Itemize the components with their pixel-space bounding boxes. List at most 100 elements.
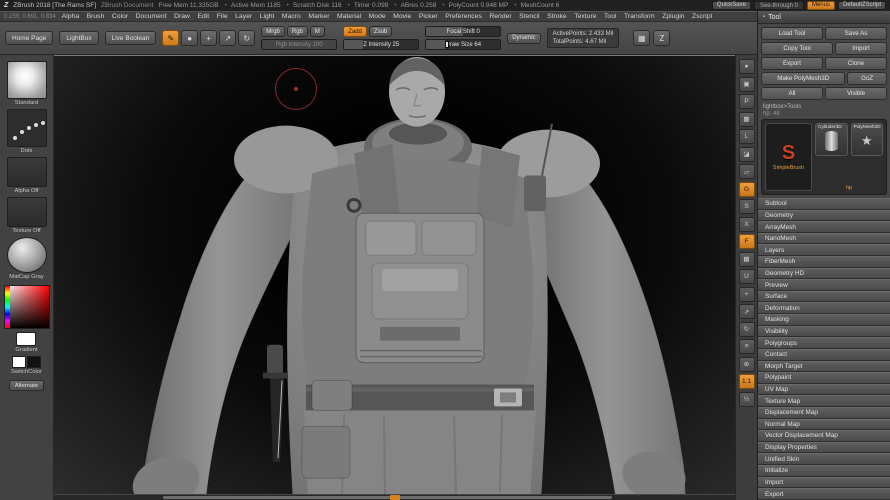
menu-item[interactable]: Color bbox=[112, 13, 128, 20]
menu-item[interactable]: Stroke bbox=[547, 13, 567, 20]
tool-section-header[interactable]: Preview bbox=[758, 279, 890, 291]
secondary-color-swatch[interactable] bbox=[27, 356, 41, 368]
tool-section-header[interactable]: Surface bbox=[758, 291, 890, 303]
menu-item[interactable]: Edit bbox=[197, 13, 209, 20]
load-tool-button[interactable]: Load Tool bbox=[761, 27, 823, 40]
current-material-thumbnail[interactable] bbox=[7, 237, 47, 273]
tool-section-header[interactable]: Polypaint bbox=[758, 372, 890, 384]
menu-item[interactable]: Marker bbox=[308, 13, 329, 20]
draw-pointer-button[interactable]: ● bbox=[181, 30, 198, 46]
left-arm[interactable] bbox=[126, 152, 298, 500]
tool-section-header[interactable]: Morph Target bbox=[758, 361, 890, 373]
move-button[interactable]: + bbox=[200, 30, 217, 46]
tool-section-header[interactable]: Texture Map bbox=[758, 395, 890, 407]
default-zscript-button[interactable]: DefaultZScript bbox=[838, 1, 886, 10]
menu-item[interactable]: Document bbox=[136, 13, 167, 20]
alternate-button[interactable]: Alternate bbox=[9, 380, 44, 391]
rgb-intensity-slider[interactable]: Rgb Intensity 100 bbox=[261, 39, 337, 50]
m-button[interactable]: M bbox=[310, 26, 325, 37]
zsub-button[interactable]: Zsub bbox=[369, 26, 392, 37]
lightbox-tools-link[interactable]: lightbox>Tools bbox=[763, 104, 801, 110]
menu-item[interactable]: Draw bbox=[174, 13, 190, 20]
menu-item[interactable]: Alpha bbox=[62, 13, 79, 20]
menu-item[interactable]: Mode bbox=[369, 13, 386, 20]
solo-icon[interactable]: S bbox=[739, 199, 755, 214]
xpose-icon[interactable]: X bbox=[739, 217, 755, 232]
zoom-canvas-icon[interactable]: ⊕ bbox=[739, 357, 755, 372]
menu-item[interactable]: Zscript bbox=[692, 13, 712, 20]
menu-item[interactable]: Texture bbox=[574, 13, 596, 20]
slider-knob[interactable] bbox=[445, 41, 449, 48]
menu-item[interactable]: Preferences bbox=[445, 13, 482, 20]
zadd-button[interactable]: Zadd bbox=[343, 26, 367, 37]
menu-item[interactable]: Tool bbox=[604, 13, 616, 20]
scale-button[interactable]: ↗ bbox=[219, 30, 236, 46]
tool-item-cylinder3d[interactable]: Cylinder3D bbox=[815, 123, 848, 156]
copy-tool-button[interactable]: Copy Tool bbox=[761, 42, 833, 55]
tool-section-header[interactable]: Unified Skin bbox=[758, 453, 890, 465]
tool-section-header[interactable]: Masking bbox=[758, 314, 890, 326]
transparency-icon[interactable]: ▱ bbox=[739, 164, 755, 179]
tool-section-header[interactable]: UV Map bbox=[758, 384, 890, 396]
ghost-transparency-icon[interactable]: G bbox=[739, 182, 755, 197]
scrollbar-marker[interactable] bbox=[390, 495, 400, 500]
polyframe-icon[interactable]: ▩ bbox=[739, 252, 755, 267]
menu-item[interactable]: Render bbox=[489, 13, 511, 20]
scale-canvas-icon[interactable]: ↗ bbox=[739, 304, 755, 319]
local-symmetry-icon[interactable]: L bbox=[739, 129, 755, 144]
goz-button[interactable]: GoZ bbox=[847, 72, 887, 85]
color-picker[interactable] bbox=[4, 285, 50, 329]
tool-section-header[interactable]: NanoMesh bbox=[758, 233, 890, 245]
current-texture-thumbnail[interactable] bbox=[7, 197, 47, 227]
clone-button[interactable]: Clone bbox=[825, 57, 887, 70]
tool-section-header[interactable]: Geometry HD bbox=[758, 268, 890, 280]
zscript-button[interactable]: Z bbox=[653, 30, 670, 46]
tool-section-header[interactable]: Polygroups bbox=[758, 337, 890, 349]
tool-section-header[interactable]: Deformation bbox=[758, 302, 890, 314]
tool-section-header[interactable]: Visibility bbox=[758, 326, 890, 338]
current-alpha-thumbnail[interactable] bbox=[7, 157, 47, 187]
tool-section-header[interactable]: Vector Displacement Map bbox=[758, 430, 890, 442]
menu-item[interactable]: Stencil bbox=[519, 13, 539, 20]
menu-item[interactable]: Zplugin bbox=[662, 13, 684, 20]
draw-size-slider[interactable]: Draw Size 64 bbox=[425, 39, 501, 50]
active-tool-thumbnail[interactable]: S SimpleBrush bbox=[765, 123, 812, 191]
tool-section-header[interactable]: Display Properties bbox=[758, 442, 890, 454]
floor-grid-icon[interactable]: ▦ bbox=[739, 112, 755, 127]
tool-section-header[interactable]: Initialize bbox=[758, 465, 890, 477]
quicksave-button[interactable]: QuickSave bbox=[712, 1, 751, 10]
menu-item[interactable]: Movie bbox=[393, 13, 411, 20]
tool-section-header[interactable]: Export bbox=[758, 488, 890, 500]
canvas-scrollbar[interactable] bbox=[54, 494, 735, 500]
gradient-swatch[interactable] bbox=[16, 332, 36, 346]
frame-icon[interactable]: F bbox=[739, 234, 755, 249]
save-as-button[interactable]: Save As bbox=[825, 27, 887, 40]
hue-strip[interactable] bbox=[5, 286, 10, 328]
current-stroke-thumbnail[interactable] bbox=[7, 109, 47, 147]
lightbox-button[interactable]: LightBox bbox=[59, 31, 98, 45]
actual-size-icon[interactable]: 1:1 bbox=[739, 374, 755, 389]
tool-section-header[interactable]: Displacement Map bbox=[758, 407, 890, 419]
menu-item[interactable]: File bbox=[217, 13, 228, 20]
rotate-button[interactable]: ↻ bbox=[238, 30, 255, 46]
uv-check-icon[interactable]: U bbox=[739, 269, 755, 284]
menu-item[interactable]: Picker bbox=[419, 13, 438, 20]
viewport-canvas[interactable] bbox=[54, 55, 735, 500]
import-button[interactable]: Import bbox=[835, 42, 887, 55]
z-intensity-slider[interactable]: Z Intensity 25 bbox=[343, 39, 419, 50]
tool-section-header[interactable]: Geometry bbox=[758, 210, 890, 222]
knife[interactable] bbox=[263, 345, 287, 462]
switch-color-swatch[interactable] bbox=[12, 356, 41, 368]
live-boolean-button[interactable]: Live Boolean bbox=[105, 31, 157, 45]
move-canvas-icon[interactable]: + bbox=[739, 287, 755, 302]
tool-section-header[interactable]: ArrayMesh bbox=[758, 221, 890, 233]
current-brush-thumbnail[interactable] bbox=[7, 61, 47, 99]
menu-item[interactable]: Layer bbox=[235, 13, 252, 20]
rgb-button[interactable]: Rgb bbox=[287, 26, 308, 37]
tool-section-header[interactable]: Subtool bbox=[758, 198, 890, 210]
menu-item[interactable]: Transform bbox=[624, 13, 655, 20]
rotate-canvas-icon[interactable]: ↻ bbox=[739, 322, 755, 337]
goz-visible-button[interactable]: Visible bbox=[825, 87, 887, 100]
main-color-swatch[interactable] bbox=[12, 356, 26, 368]
edit-object-button[interactable]: ✎ bbox=[162, 30, 179, 46]
